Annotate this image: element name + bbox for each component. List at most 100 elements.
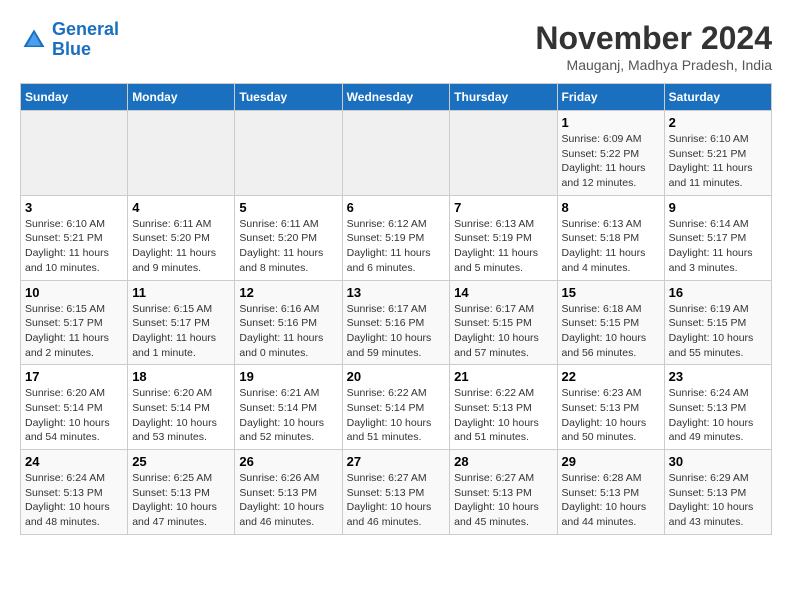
day-number: 14 <box>454 285 552 300</box>
calendar-cell: 16 Sunrise: 6:19 AMSunset: 5:15 PMDayligh… <box>664 280 771 365</box>
calendar-cell: 2 Sunrise: 6:10 AMSunset: 5:21 PMDaylight… <box>664 111 771 196</box>
day-info: Sunrise: 6:28 AMSunset: 5:13 PMDaylight:… <box>562 471 660 530</box>
title-block: November 2024 Mauganj, Madhya Pradesh, I… <box>535 20 772 73</box>
calendar-cell: 3Sunrise: 6:10 AMSunset: 5:21 PMDaylight… <box>21 195 128 280</box>
header-tuesday: Tuesday <box>235 84 342 111</box>
header-friday: Friday <box>557 84 664 111</box>
calendar-cell <box>342 111 450 196</box>
day-info: Sunrise: 6:17 AMSunset: 5:16 PMDaylight:… <box>347 302 446 361</box>
calendar-cell: 24Sunrise: 6:24 AMSunset: 5:13 PMDayligh… <box>21 450 128 535</box>
calendar-cell: 4 Sunrise: 6:11 AMSunset: 5:20 PMDaylight… <box>128 195 235 280</box>
day-info: Sunrise: 6:18 AMSunset: 5:15 PMDaylight:… <box>562 302 660 361</box>
calendar-cell <box>235 111 342 196</box>
day-number: 26 <box>239 454 337 469</box>
day-info: Sunrise: 6:15 AMSunset: 5:17 PMDaylight:… <box>25 302 123 361</box>
day-number: 18 <box>132 369 230 384</box>
day-number: 4 <box>132 200 230 215</box>
calendar-cell: 9 Sunrise: 6:14 AMSunset: 5:17 PMDaylight… <box>664 195 771 280</box>
day-number: 16 <box>669 285 767 300</box>
day-number: 21 <box>454 369 552 384</box>
header-monday: Monday <box>128 84 235 111</box>
month-title: November 2024 <box>535 20 772 57</box>
calendar-cell: 14 Sunrise: 6:17 AMSunset: 5:15 PMDayligh… <box>450 280 557 365</box>
calendar-table: SundayMondayTuesdayWednesdayThursdayFrid… <box>20 83 772 535</box>
day-info: Sunrise: 6:11 AMSunset: 5:20 PMDaylight:… <box>132 217 230 276</box>
page-header: General Blue November 2024 Mauganj, Madh… <box>20 20 772 73</box>
day-number: 3 <box>25 200 123 215</box>
day-number: 6 <box>347 200 446 215</box>
day-info: Sunrise: 6:22 AMSunset: 5:14 PMDaylight:… <box>347 386 446 445</box>
day-number: 22 <box>562 369 660 384</box>
calendar-cell: 1 Sunrise: 6:09 AMSunset: 5:22 PMDaylight… <box>557 111 664 196</box>
calendar-cell: 13 Sunrise: 6:17 AMSunset: 5:16 PMDayligh… <box>342 280 450 365</box>
calendar-cell: 18 Sunrise: 6:20 AMSunset: 5:14 PMDayligh… <box>128 365 235 450</box>
calendar-cell <box>128 111 235 196</box>
day-number: 9 <box>669 200 767 215</box>
header-wednesday: Wednesday <box>342 84 450 111</box>
calendar-cell: 23Sunrise: 6:24 AMSunset: 5:13 PMDayligh… <box>664 365 771 450</box>
location: Mauganj, Madhya Pradesh, India <box>535 57 772 73</box>
calendar-cell: 15 Sunrise: 6:18 AMSunset: 5:15 PMDayligh… <box>557 280 664 365</box>
day-number: 19 <box>239 369 337 384</box>
calendar-cell <box>450 111 557 196</box>
calendar-cell: 26 Sunrise: 6:26 AMSunset: 5:13 PMDayligh… <box>235 450 342 535</box>
calendar-cell: 22 Sunrise: 6:23 AMSunset: 5:13 PMDayligh… <box>557 365 664 450</box>
calendar-cell: 20 Sunrise: 6:22 AMSunset: 5:14 PMDayligh… <box>342 365 450 450</box>
calendar-cell: 10 Sunrise: 6:15 AMSunset: 5:17 PMDayligh… <box>21 280 128 365</box>
week-row-3: 17 Sunrise: 6:20 AMSunset: 5:14 PMDayligh… <box>21 365 772 450</box>
calendar-cell <box>21 111 128 196</box>
week-row-2: 10 Sunrise: 6:15 AMSunset: 5:17 PMDayligh… <box>21 280 772 365</box>
calendar-cell: 28 Sunrise: 6:27 AMSunset: 5:13 PMDayligh… <box>450 450 557 535</box>
day-number: 8 <box>562 200 660 215</box>
header-row: SundayMondayTuesdayWednesdayThursdayFrid… <box>21 84 772 111</box>
day-info: Sunrise: 6:24 AMSunset: 5:13 PMDaylight:… <box>25 471 123 530</box>
day-number: 23 <box>669 369 767 384</box>
calendar-cell: 21Sunrise: 6:22 AMSunset: 5:13 PMDayligh… <box>450 365 557 450</box>
day-info: Sunrise: 6:09 AMSunset: 5:22 PMDaylight:… <box>562 132 660 191</box>
day-info: Sunrise: 6:20 AMSunset: 5:14 PMDaylight:… <box>25 386 123 445</box>
day-number: 1 <box>562 115 660 130</box>
calendar-cell: 7Sunrise: 6:13 AMSunset: 5:19 PMDaylight… <box>450 195 557 280</box>
day-number: 17 <box>25 369 123 384</box>
header-sunday: Sunday <box>21 84 128 111</box>
day-number: 30 <box>669 454 767 469</box>
day-info: Sunrise: 6:29 AMSunset: 5:13 PMDaylight:… <box>669 471 767 530</box>
calendar-body: 1 Sunrise: 6:09 AMSunset: 5:22 PMDaylight… <box>21 111 772 535</box>
day-number: 28 <box>454 454 552 469</box>
day-info: Sunrise: 6:12 AMSunset: 5:19 PMDaylight:… <box>347 217 446 276</box>
calendar-cell: 5 Sunrise: 6:11 AMSunset: 5:20 PMDaylight… <box>235 195 342 280</box>
day-number: 11 <box>132 285 230 300</box>
day-number: 15 <box>562 285 660 300</box>
day-info: Sunrise: 6:17 AMSunset: 5:15 PMDaylight:… <box>454 302 552 361</box>
day-number: 2 <box>669 115 767 130</box>
day-info: Sunrise: 6:21 AMSunset: 5:14 PMDaylight:… <box>239 386 337 445</box>
logo-text: General Blue <box>52 20 119 60</box>
week-row-4: 24Sunrise: 6:24 AMSunset: 5:13 PMDayligh… <box>21 450 772 535</box>
calendar-cell: 17 Sunrise: 6:20 AMSunset: 5:14 PMDayligh… <box>21 365 128 450</box>
day-info: Sunrise: 6:26 AMSunset: 5:13 PMDaylight:… <box>239 471 337 530</box>
day-info: Sunrise: 6:27 AMSunset: 5:13 PMDaylight:… <box>454 471 552 530</box>
day-number: 7 <box>454 200 552 215</box>
day-number: 25 <box>132 454 230 469</box>
calendar-cell: 29Sunrise: 6:28 AMSunset: 5:13 PMDayligh… <box>557 450 664 535</box>
calendar-cell: 12Sunrise: 6:16 AMSunset: 5:16 PMDayligh… <box>235 280 342 365</box>
day-info: Sunrise: 6:11 AMSunset: 5:20 PMDaylight:… <box>239 217 337 276</box>
day-info: Sunrise: 6:14 AMSunset: 5:17 PMDaylight:… <box>669 217 767 276</box>
day-info: Sunrise: 6:19 AMSunset: 5:15 PMDaylight:… <box>669 302 767 361</box>
day-info: Sunrise: 6:13 AMSunset: 5:18 PMDaylight:… <box>562 217 660 276</box>
day-number: 13 <box>347 285 446 300</box>
week-row-1: 3Sunrise: 6:10 AMSunset: 5:21 PMDaylight… <box>21 195 772 280</box>
calendar-cell: 27Sunrise: 6:27 AMSunset: 5:13 PMDayligh… <box>342 450 450 535</box>
day-info: Sunrise: 6:16 AMSunset: 5:16 PMDaylight:… <box>239 302 337 361</box>
day-info: Sunrise: 6:20 AMSunset: 5:14 PMDaylight:… <box>132 386 230 445</box>
calendar-cell: 19 Sunrise: 6:21 AMSunset: 5:14 PMDayligh… <box>235 365 342 450</box>
calendar-cell: 25 Sunrise: 6:25 AMSunset: 5:13 PMDayligh… <box>128 450 235 535</box>
day-info: Sunrise: 6:25 AMSunset: 5:13 PMDaylight:… <box>132 471 230 530</box>
day-number: 5 <box>239 200 337 215</box>
day-number: 20 <box>347 369 446 384</box>
day-info: Sunrise: 6:23 AMSunset: 5:13 PMDaylight:… <box>562 386 660 445</box>
calendar-cell: 11Sunrise: 6:15 AMSunset: 5:17 PMDayligh… <box>128 280 235 365</box>
day-number: 10 <box>25 285 123 300</box>
day-info: Sunrise: 6:10 AMSunset: 5:21 PMDaylight:… <box>669 132 767 191</box>
day-number: 27 <box>347 454 446 469</box>
